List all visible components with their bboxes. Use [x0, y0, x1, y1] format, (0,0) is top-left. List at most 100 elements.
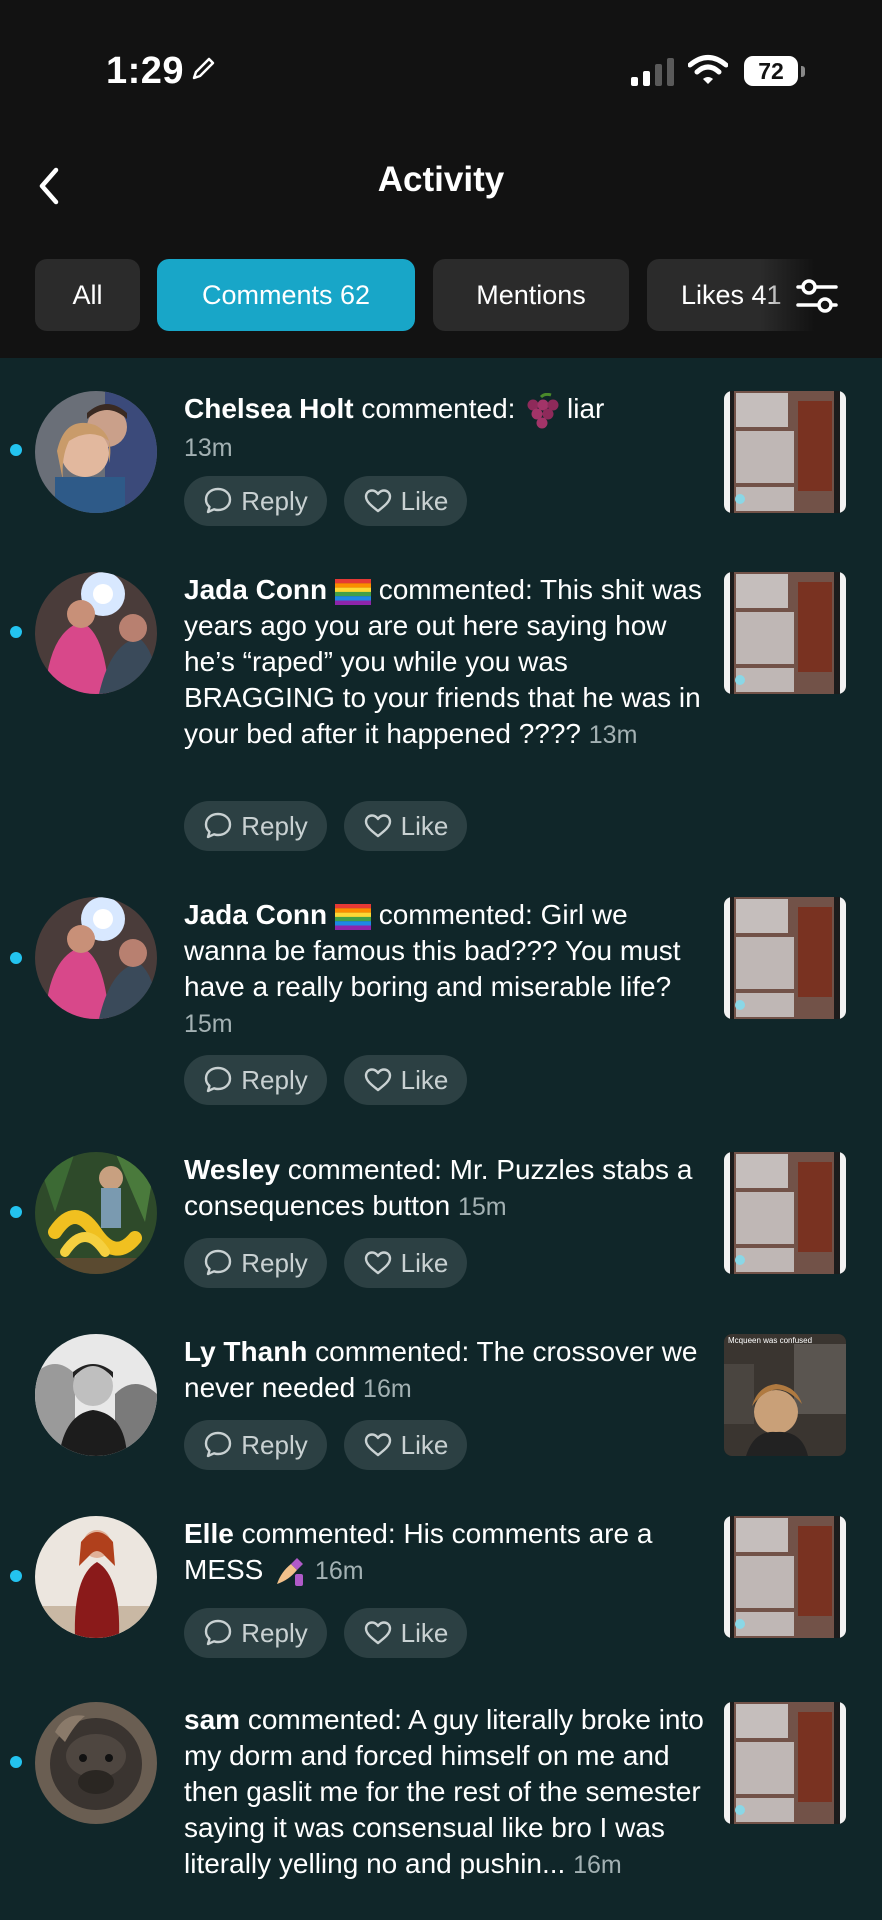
reply-label: Reply: [241, 1617, 308, 1648]
video-thumbnail[interactable]: [724, 1516, 846, 1638]
comment-verb: commented:: [370, 574, 541, 605]
comment-time: 13m: [588, 721, 638, 749]
avatar[interactable]: [35, 1334, 157, 1456]
reply-label: Reply: [241, 810, 308, 841]
comment-text: Wesley commented: Mr. Puzzles stabs a co…: [184, 1152, 706, 1225]
video-thumbnail[interactable]: [724, 391, 846, 513]
like-button[interactable]: Like: [344, 1238, 467, 1288]
comment-text: sam commented: A guy literally broke int…: [184, 1702, 706, 1883]
reply-label: Reply: [241, 1064, 308, 1095]
unread-dot: [10, 1570, 22, 1582]
tab-all[interactable]: All: [35, 259, 140, 331]
comment-text: Elle commented: His comments are a MESS …: [184, 1516, 706, 1590]
comment-verb: commented:: [307, 1336, 477, 1367]
comment-bubble-icon: [203, 1248, 233, 1278]
comment-author[interactable]: Jada Conn: [184, 574, 327, 605]
comment-text: Jada Conn commented: Girl we wanna be fa…: [184, 897, 706, 1042]
like-button[interactable]: Like: [344, 476, 467, 526]
page-title: Activity: [377, 160, 505, 199]
video-thumbnail[interactable]: [724, 1152, 846, 1274]
cellular-signal-icon: [631, 58, 674, 86]
comment-author[interactable]: Wesley: [184, 1154, 280, 1185]
comment-time: 15m: [184, 1010, 233, 1038]
tab-comments[interactable]: Comments 62: [157, 259, 415, 331]
comment-bubble-icon: [203, 486, 233, 516]
comment-text: Chelsea Holt commented: liar 13m: [184, 391, 706, 466]
avatar[interactable]: [35, 1152, 157, 1274]
comment-author[interactable]: Ly Thanh: [184, 1336, 307, 1367]
like-label: Like: [400, 1617, 449, 1648]
comment-author[interactable]: Chelsea Holt: [184, 393, 354, 424]
like-label: Like: [400, 810, 449, 841]
video-thumbnail[interactable]: Mcqueen was confused: [724, 1334, 846, 1456]
battery-indicator: 72: [744, 56, 798, 86]
like-button[interactable]: Like: [344, 1420, 467, 1470]
header: 1:29 72 Activity All Comments 62 Mention…: [0, 0, 882, 358]
tab-mentions[interactable]: Mentions: [433, 259, 629, 331]
comment-author[interactable]: Jada Conn: [184, 899, 327, 930]
unread-dot: [10, 444, 22, 456]
comment-time: 16m: [573, 1851, 622, 1879]
reply-button[interactable]: Reply: [184, 1420, 327, 1470]
grapes-emoji-icon: [527, 392, 559, 429]
comment-bubble-icon: [203, 1618, 233, 1648]
comment-verb: commented:: [240, 1704, 409, 1735]
like-button[interactable]: Like: [344, 801, 467, 851]
heart-icon: [363, 1430, 393, 1460]
unread-dot: [10, 626, 22, 638]
heart-icon: [363, 1065, 393, 1095]
avatar[interactable]: [35, 897, 157, 1019]
thumbnail-caption: Mcqueen was confused: [728, 1336, 813, 1345]
heart-icon: [363, 811, 393, 841]
status-time: 1:29: [106, 50, 185, 92]
like-label: Like: [400, 1247, 449, 1278]
video-thumbnail[interactable]: [724, 897, 846, 1019]
avatar[interactable]: [35, 1516, 157, 1638]
heart-icon: [363, 486, 393, 516]
reply-label: Reply: [241, 485, 308, 516]
nail-polish-emoji-icon: [277, 1557, 304, 1586]
battery-nub: [801, 66, 805, 77]
comment-time: 13m: [184, 433, 233, 462]
comment-time: 15m: [458, 1193, 507, 1221]
reply-button[interactable]: Reply: [184, 476, 327, 526]
comment-time: 16m: [314, 1557, 364, 1585]
like-label: Like: [400, 1429, 449, 1460]
reply-button[interactable]: Reply: [184, 1238, 327, 1288]
like-label: Like: [400, 1064, 449, 1095]
comment-text: Jada Conn commented: This shit was years…: [184, 572, 706, 753]
filter-settings-icon[interactable]: [796, 278, 838, 314]
avatar[interactable]: [35, 572, 157, 694]
comment-author[interactable]: Elle: [184, 1518, 234, 1549]
pencil-icon: [192, 57, 215, 80]
comment-verb: commented:: [280, 1154, 450, 1185]
heart-icon: [363, 1248, 393, 1278]
rainbow-flag-emoji-icon: [334, 903, 371, 930]
like-button[interactable]: Like: [344, 1608, 467, 1658]
comment-time: 16m: [363, 1375, 412, 1403]
reply-label: Reply: [241, 1247, 308, 1278]
reply-button[interactable]: Reply: [184, 801, 327, 851]
comment-bubble-icon: [203, 1430, 233, 1460]
unread-dot: [10, 1756, 22, 1768]
unread-dot: [10, 1206, 22, 1218]
comment-bubble-icon: [203, 811, 233, 841]
status-bar: 1:29 72: [0, 0, 882, 140]
reply-label: Reply: [241, 1429, 308, 1460]
comment-author[interactable]: sam: [184, 1704, 240, 1735]
like-button[interactable]: Like: [344, 1055, 467, 1105]
video-thumbnail[interactable]: [724, 572, 846, 694]
avatar[interactable]: [35, 391, 157, 513]
comment-verb: commented:: [353, 393, 524, 424]
comment-bubble-icon: [203, 1065, 233, 1095]
video-thumbnail[interactable]: [724, 1702, 846, 1824]
reply-button[interactable]: Reply: [184, 1055, 327, 1105]
comment-body: liar: [559, 393, 605, 424]
like-label: Like: [400, 485, 449, 516]
rainbow-flag-emoji-icon: [334, 578, 371, 605]
heart-icon: [363, 1618, 393, 1648]
reply-button[interactable]: Reply: [184, 1608, 327, 1658]
avatar[interactable]: [35, 1702, 157, 1824]
comment-verb: commented:: [233, 1518, 404, 1549]
comment-text: Ly Thanh commented: The crossover we nev…: [184, 1334, 706, 1407]
